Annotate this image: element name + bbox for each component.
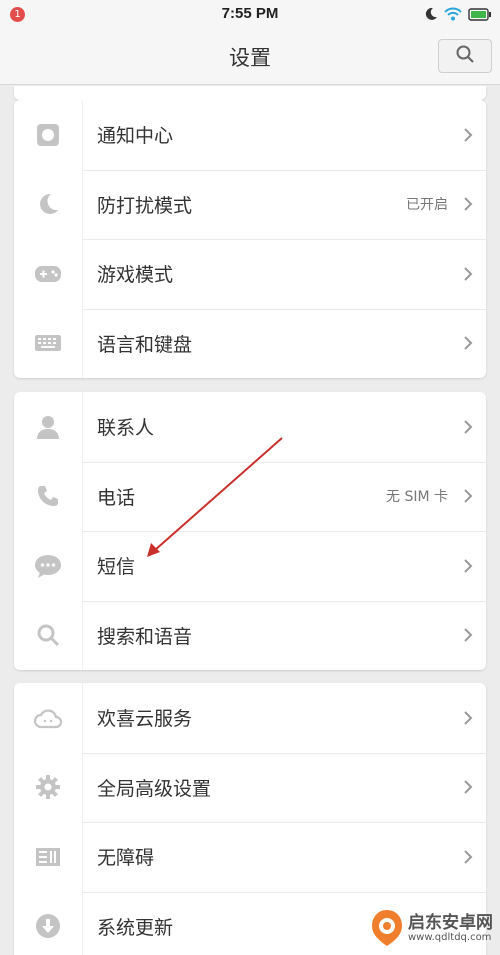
watermark-text: 启东安卓网 [408,912,493,933]
watermark: 启东安卓网 www.qdltdq.com [370,903,500,953]
annotation-arrow [147,437,283,557]
watermark-logo-icon [372,910,402,946]
watermark-url: www.qdltdq.com [408,931,492,943]
